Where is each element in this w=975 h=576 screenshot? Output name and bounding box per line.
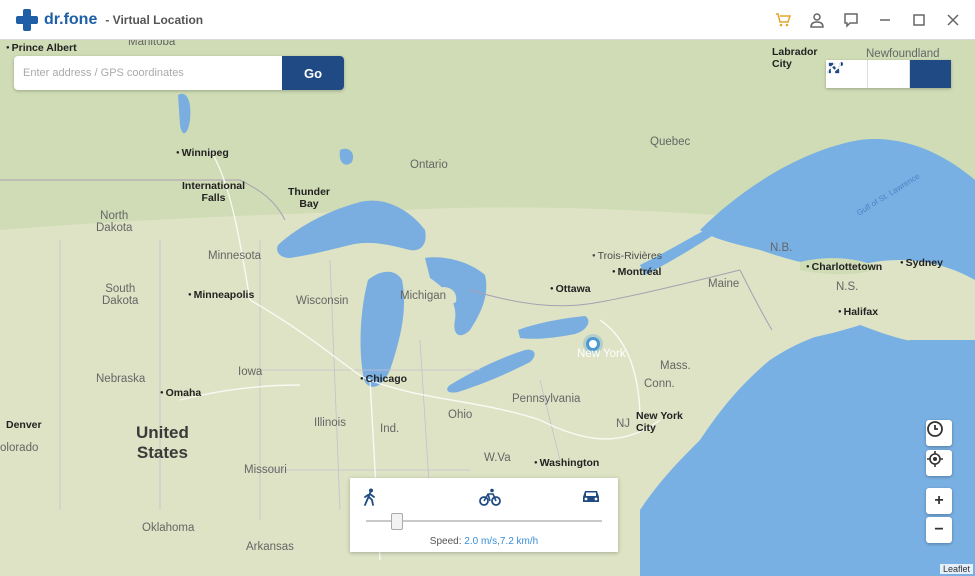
app-subtitle: - Virtual Location	[105, 13, 204, 27]
map-label-ontario: Ontario	[410, 159, 448, 171]
map-label-arkansas: Arkansas	[246, 541, 294, 553]
map-label-montreal: Montréal	[612, 266, 662, 278]
map-label-south-dakota: South Dakota	[102, 283, 139, 307]
map-label-new-york: New York	[577, 348, 626, 360]
leaflet-attribution[interactable]: Leaflet	[939, 564, 973, 574]
map-label-manitoba: Manitoba	[128, 40, 176, 48]
search-bar: Go	[14, 56, 344, 90]
history-icon[interactable]	[926, 420, 952, 446]
map-label-michigan: Michigan	[400, 290, 447, 302]
map-label-washington: Washington	[534, 457, 600, 469]
driving-icon[interactable]	[581, 488, 603, 508]
teleport-mode-icon[interactable]	[827, 60, 951, 88]
walking-icon[interactable]	[362, 488, 384, 508]
map-label-denver: Denver	[6, 419, 42, 431]
map-label-sydney: Sydney	[900, 257, 943, 269]
map-label-missouri: Missouri	[244, 464, 287, 476]
map-label-colorado: olorado	[0, 442, 39, 454]
map-label-ns: N.S.	[836, 281, 859, 293]
cycling-icon[interactable]	[479, 488, 501, 508]
speed-label: Speed:	[429, 536, 462, 547]
map-label-labrador-city: Labrador City	[772, 46, 818, 70]
map-label-winnipeg: Winnipeg	[176, 147, 229, 159]
multi-stop-route-icon[interactable]	[827, 60, 910, 88]
speed-readout: Speed: 2.0 m/s,7.2 km/h	[350, 536, 618, 547]
go-button[interactable]: Go	[282, 56, 344, 90]
map-label-minneapolis: Minneapolis	[188, 289, 255, 301]
title-bar: dr.fone - Virtual Location	[0, 0, 975, 40]
map-label-halifax: Halifax	[838, 306, 878, 318]
map-label-international-falls: International Falls	[182, 180, 246, 204]
map-label-united-states: United States	[136, 423, 189, 462]
map-label-minnesota: Minnesota	[208, 250, 262, 262]
drfone-logo-icon	[16, 9, 38, 31]
map-label-quebec: Quebec	[650, 136, 691, 148]
center-location-icon[interactable]	[926, 450, 952, 476]
map-view[interactable]: Prince Albert Manitoba Winnipeg Internat…	[0, 40, 975, 576]
map-label-illinois: Illinois	[314, 417, 346, 429]
map-label-prince-albert: Prince Albert	[6, 42, 77, 54]
zoom-in-button[interactable]: +	[926, 488, 952, 514]
map-label-pennsylvania: Pennsylvania	[512, 393, 581, 405]
map-label-nebraska: Nebraska	[96, 373, 146, 385]
minimize-icon[interactable]	[873, 8, 897, 32]
map-label-charlottetown: Charlottetown	[806, 261, 883, 273]
feedback-icon[interactable]	[839, 8, 863, 32]
search-input[interactable]	[14, 56, 282, 90]
cart-icon[interactable]	[771, 8, 795, 32]
map-label-ind: Ind.	[380, 423, 400, 435]
map-label-maine: Maine	[708, 278, 740, 290]
map-label-ottawa: Ottawa	[550, 283, 591, 295]
map-label-wva: W.Va	[484, 452, 511, 464]
map-label-oklahoma: Oklahoma	[142, 522, 195, 534]
map-label-nb: N.B.	[770, 242, 793, 254]
map-label-thunder-bay: Thunder Bay	[288, 186, 330, 210]
map-label-omaha: Omaha	[160, 387, 202, 399]
maximize-icon[interactable]	[907, 8, 931, 32]
map-label-chicago: Chicago	[360, 373, 407, 385]
map-label-wisconsin: Wisconsin	[296, 295, 349, 307]
map-label-ohio: Ohio	[448, 409, 473, 421]
map-label-new-york-city: New York City	[636, 410, 683, 434]
mode-toolbar	[826, 60, 951, 88]
map-label-north-dakota: North Dakota	[96, 210, 133, 234]
app-name: dr.fone	[44, 11, 98, 28]
map-label-mass: Mass.	[660, 360, 691, 372]
map-label-conn: Conn.	[644, 378, 675, 390]
map-label-nj: NJ	[616, 418, 631, 430]
zoom-out-button[interactable]: −	[926, 517, 952, 543]
close-icon[interactable]	[941, 8, 965, 32]
speed-value: 2.0 m/s,7.2 km/h	[464, 536, 539, 547]
app-logo: dr.fone - Virtual Location	[16, 9, 203, 31]
user-icon[interactable]	[805, 8, 829, 32]
speed-slider-handle[interactable]	[391, 513, 403, 530]
map-label-trois-rivieres: Trois-Rivières	[592, 250, 662, 262]
map-label-newfoundland: Newfoundland	[866, 48, 940, 60]
map-label-iowa: Iowa	[238, 366, 263, 378]
speed-panel: Speed: 2.0 m/s,7.2 km/h	[350, 478, 618, 552]
